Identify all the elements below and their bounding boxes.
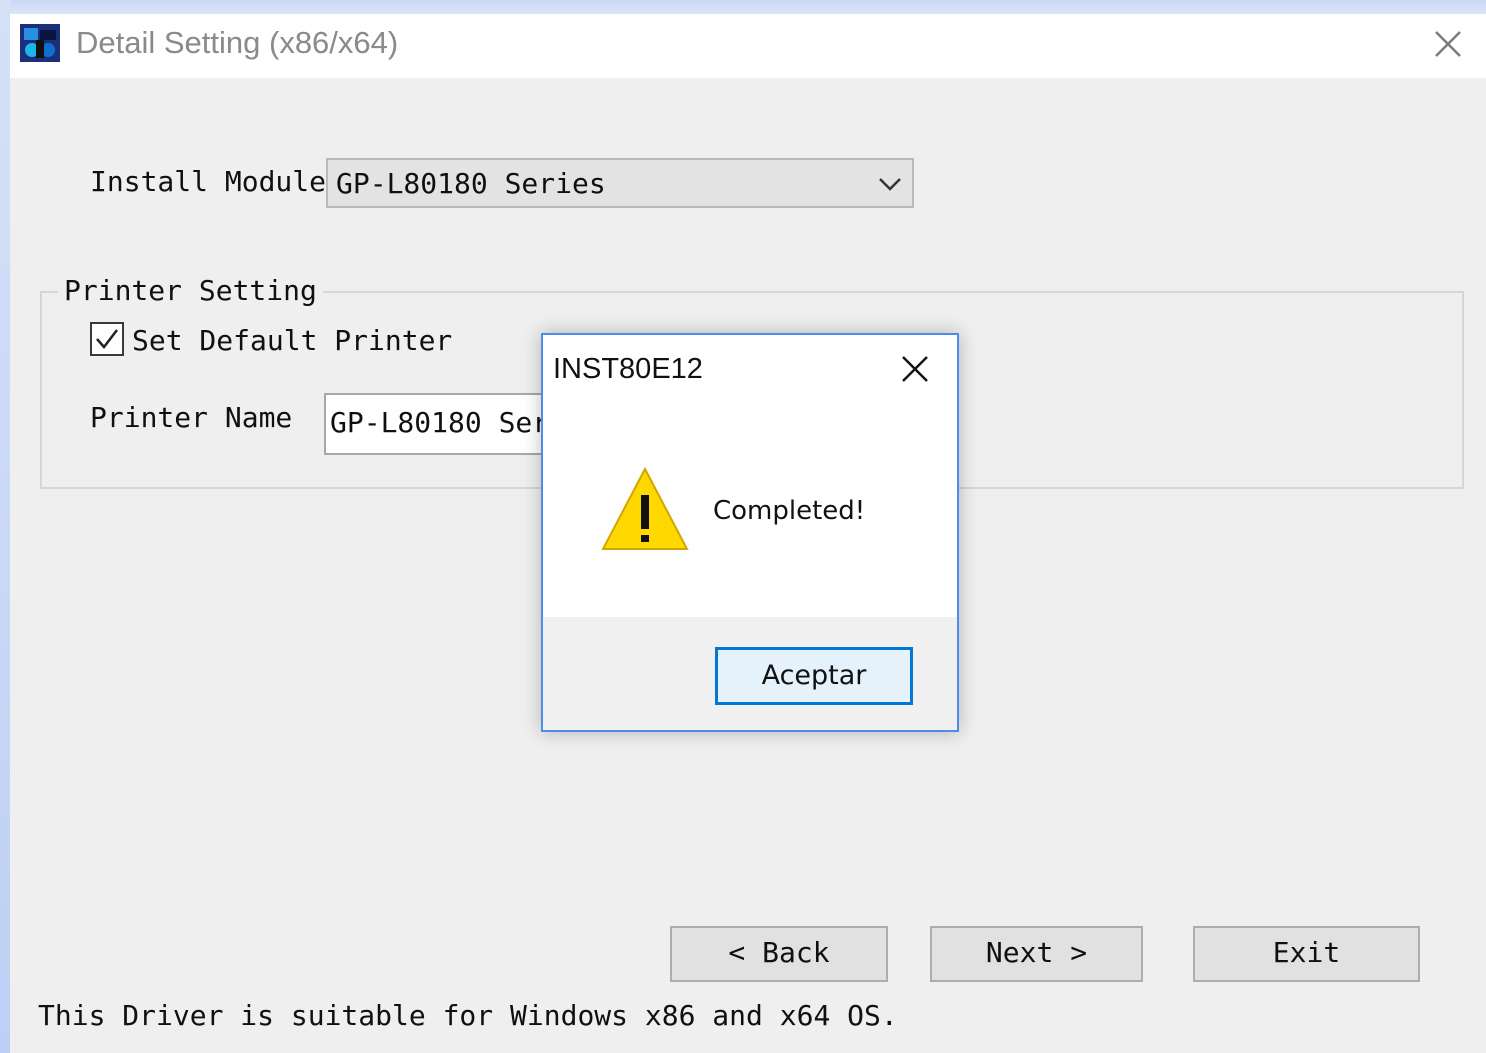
dialog-button-area: Aceptar xyxy=(543,617,957,730)
title-bar[interactable]: Detail Setting (x86/x64) xyxy=(10,14,1486,78)
dialog-message: Completed! xyxy=(713,496,866,526)
window-title: Detail Setting (x86/x64) xyxy=(76,25,399,60)
printer-name-field[interactable]: GP-L80180 Series xyxy=(324,393,554,455)
printer-name-value: GP-L80180 Series xyxy=(330,406,552,439)
set-default-printer-label[interactable]: Set Default Printer xyxy=(132,322,452,360)
footer-note: This Driver is suitable for Windows x86 … xyxy=(38,999,898,1032)
close-icon[interactable] xyxy=(1428,24,1468,64)
printer-setting-legend: Printer Setting xyxy=(58,272,323,310)
install-module-label: Install Module xyxy=(90,165,327,198)
window-frame-left xyxy=(0,0,10,1053)
close-icon[interactable] xyxy=(899,353,931,385)
printer-name-label: Printer Name xyxy=(90,401,293,434)
back-button[interactable]: < Back xyxy=(670,926,888,982)
app-icon xyxy=(20,24,60,62)
install-module-dropdown[interactable]: GP-L80180 Series xyxy=(326,158,914,208)
checkmark-icon xyxy=(96,329,118,349)
warning-icon xyxy=(601,466,689,550)
completed-dialog: INST80E12 Completed! Aceptar xyxy=(541,333,959,732)
next-button[interactable]: Next > xyxy=(930,926,1143,982)
window-frame-top xyxy=(0,0,1486,14)
chevron-down-icon xyxy=(879,178,901,191)
dialog-title: INST80E12 xyxy=(553,353,703,385)
exit-button[interactable]: Exit xyxy=(1193,926,1420,982)
install-module-value: GP-L80180 Series xyxy=(336,167,606,200)
set-default-printer-checkbox[interactable] xyxy=(90,322,124,356)
ok-button[interactable]: Aceptar xyxy=(715,647,913,705)
